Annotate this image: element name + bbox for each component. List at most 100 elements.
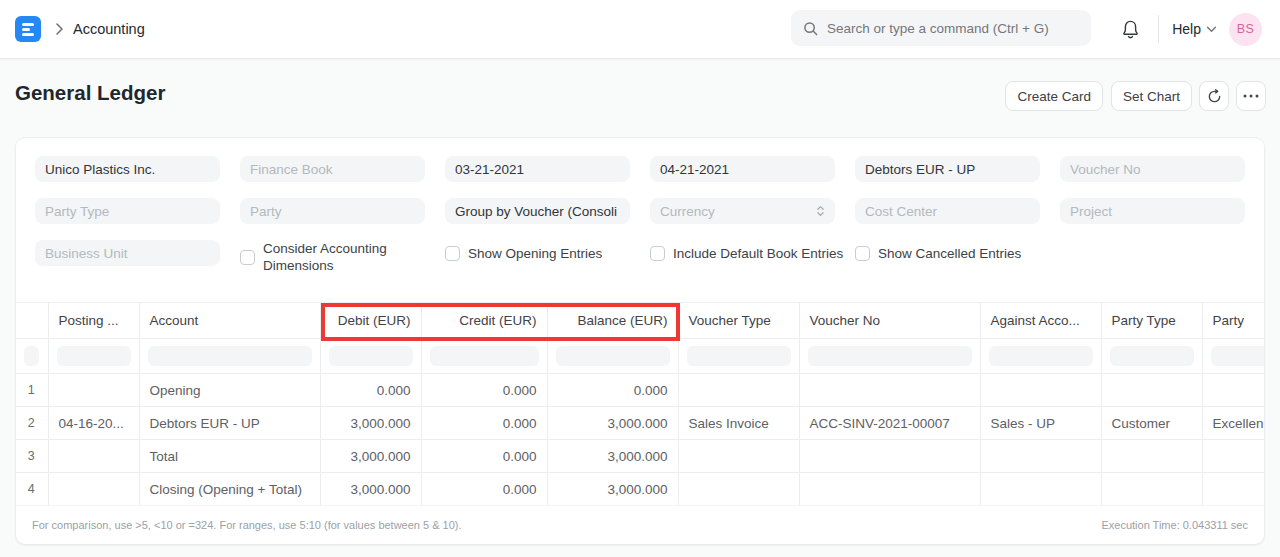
business-unit-placeholder: Business Unit — [45, 246, 128, 261]
cell-balance[interactable]: 3,000.000 — [547, 407, 678, 440]
cell-voucher-type[interactable]: Sales Invoice — [678, 407, 799, 440]
cell-balance[interactable]: 3,000.000 — [547, 473, 678, 506]
cell-account[interactable]: Closing (Opening + Total) — [139, 473, 320, 506]
filter-party-type[interactable] — [1101, 339, 1202, 374]
cost-center-filter-input[interactable]: Cost Center — [855, 198, 1040, 224]
currency-filter-select[interactable]: Currency — [650, 198, 835, 224]
app-logo-icon[interactable] — [15, 16, 41, 42]
col-posting-date[interactable]: Posting ... — [48, 303, 139, 339]
cell-credit[interactable]: 0.000 — [421, 473, 547, 506]
checkbox-box[interactable] — [650, 246, 665, 261]
col-voucher-no[interactable]: Voucher No — [799, 303, 980, 339]
refresh-button[interactable] — [1199, 81, 1229, 111]
col-voucher-type[interactable]: Voucher Type — [678, 303, 799, 339]
report-footer: For comparison, use >5, <10 or =324. For… — [16, 505, 1264, 543]
cell-posting-date[interactable] — [48, 473, 139, 506]
cell-balance[interactable]: 3,000.000 — [547, 440, 678, 473]
cell-account[interactable]: Debtors EUR - UP — [139, 407, 320, 440]
filter-party[interactable] — [1202, 339, 1265, 374]
cell-credit[interactable]: 0.000 — [421, 374, 547, 407]
cell-against-account[interactable] — [980, 374, 1101, 407]
cell-voucher-type[interactable] — [678, 374, 799, 407]
cell-debit[interactable]: 3,000.000 — [320, 440, 421, 473]
cell-credit[interactable]: 0.000 — [421, 407, 547, 440]
voucher-no-filter-input[interactable]: Voucher No — [1060, 156, 1245, 182]
cell-voucher-no[interactable]: ACC-SINV-2021-00007 — [799, 407, 980, 440]
col-party-type[interactable]: Party Type — [1101, 303, 1202, 339]
group-by-value: Group by Voucher (Consoli — [455, 204, 617, 219]
cell-party-type[interactable] — [1101, 374, 1202, 407]
account-filter-value: Debtors EUR - UP — [865, 162, 975, 177]
cell-debit[interactable]: 3,000.000 — [320, 407, 421, 440]
cell-voucher-no[interactable] — [799, 440, 980, 473]
filter-debit[interactable] — [320, 339, 421, 374]
cell-balance[interactable]: 0.000 — [547, 374, 678, 407]
cell-party[interactable] — [1202, 440, 1265, 473]
cell-voucher-type[interactable] — [678, 473, 799, 506]
help-menu[interactable]: Help — [1172, 21, 1217, 37]
col-account[interactable]: Account — [139, 303, 320, 339]
include-default-checkbox[interactable]: Include Default Book Entries — [650, 240, 835, 266]
cell-against-account[interactable] — [980, 473, 1101, 506]
cell-against-account[interactable]: Sales - UP — [980, 407, 1101, 440]
col-against-account[interactable]: Against Acco... — [980, 303, 1101, 339]
col-balance[interactable]: Balance (EUR) — [547, 303, 678, 339]
filter-voucher-no[interactable] — [799, 339, 980, 374]
filter-voucher-type[interactable] — [678, 339, 799, 374]
business-unit-filter-input[interactable]: Business Unit — [35, 240, 220, 266]
cell-party-type[interactable] — [1101, 440, 1202, 473]
from-date-filter-input[interactable]: 03-21-2021 — [445, 156, 630, 182]
show-cancelled-checkbox[interactable]: Show Cancelled Entries — [855, 240, 1040, 266]
col-rownum — [15, 303, 48, 339]
cell-debit[interactable]: 3,000.000 — [320, 473, 421, 506]
filter-posting-date[interactable] — [48, 339, 139, 374]
to-date-value: 04-21-2021 — [660, 162, 729, 177]
cell-posting-date[interactable] — [48, 374, 139, 407]
party-type-filter-input[interactable]: Party Type — [35, 198, 220, 224]
cell-debit[interactable]: 0.000 — [320, 374, 421, 407]
cell-party-type[interactable] — [1101, 473, 1202, 506]
cell-party[interactable]: Excellen — [1202, 407, 1265, 440]
breadcrumb-accounting[interactable]: Accounting — [73, 21, 145, 37]
show-opening-checkbox[interactable]: Show Opening Entries — [445, 240, 630, 266]
cell-against-account[interactable] — [980, 440, 1101, 473]
to-date-filter-input[interactable]: 04-21-2021 — [650, 156, 835, 182]
set-chart-button[interactable]: Set Chart — [1111, 81, 1192, 111]
create-card-button[interactable]: Create Card — [1005, 81, 1103, 111]
finance-book-filter-input[interactable]: Finance Book — [240, 156, 425, 182]
filter-account[interactable] — [139, 339, 320, 374]
cell-party-type[interactable]: Customer — [1101, 407, 1202, 440]
group-by-filter-input[interactable]: Group by Voucher (Consoli — [445, 198, 630, 224]
col-credit[interactable]: Credit (EUR) — [421, 303, 547, 339]
checkbox-box[interactable] — [445, 246, 460, 261]
cell-party[interactable] — [1202, 473, 1265, 506]
cell-voucher-no[interactable] — [799, 374, 980, 407]
more-menu-button[interactable] — [1236, 81, 1266, 111]
project-filter-input[interactable]: Project — [1060, 198, 1245, 224]
cell-posting-date[interactable]: 04-16-20... — [48, 407, 139, 440]
cell-voucher-no[interactable] — [799, 473, 980, 506]
col-party[interactable]: Party — [1202, 303, 1265, 339]
filter-rownum[interactable] — [15, 339, 48, 374]
cell-posting-date[interactable] — [48, 440, 139, 473]
cell-party[interactable] — [1202, 374, 1265, 407]
user-avatar[interactable]: BS — [1229, 13, 1262, 46]
filter-balance[interactable] — [547, 339, 678, 374]
notifications-bell-icon[interactable] — [1121, 19, 1140, 39]
cell-account[interactable]: Opening — [139, 374, 320, 407]
cell-credit[interactable]: 0.000 — [421, 440, 547, 473]
company-filter-input[interactable]: Unico Plastics Inc. — [35, 156, 220, 182]
table-header-row: Posting ... Account Debit (EUR) Credit (… — [15, 303, 1265, 339]
account-filter-input[interactable]: Debtors EUR - UP — [855, 156, 1040, 182]
cell-voucher-type[interactable] — [678, 440, 799, 473]
col-debit[interactable]: Debit (EUR) — [320, 303, 421, 339]
consider-dimensions-checkbox[interactable]: Consider Accounting Dimensions — [240, 240, 425, 274]
filter-against-account[interactable] — [980, 339, 1101, 374]
checkbox-box[interactable] — [855, 246, 870, 261]
show-opening-label: Show Opening Entries — [468, 245, 602, 262]
party-filter-input[interactable]: Party — [240, 198, 425, 224]
checkbox-box[interactable] — [240, 250, 255, 265]
cell-account[interactable]: Total — [139, 440, 320, 473]
filter-credit[interactable] — [421, 339, 547, 374]
global-search-input[interactable]: Search or type a command (Ctrl + G) — [791, 10, 1091, 46]
